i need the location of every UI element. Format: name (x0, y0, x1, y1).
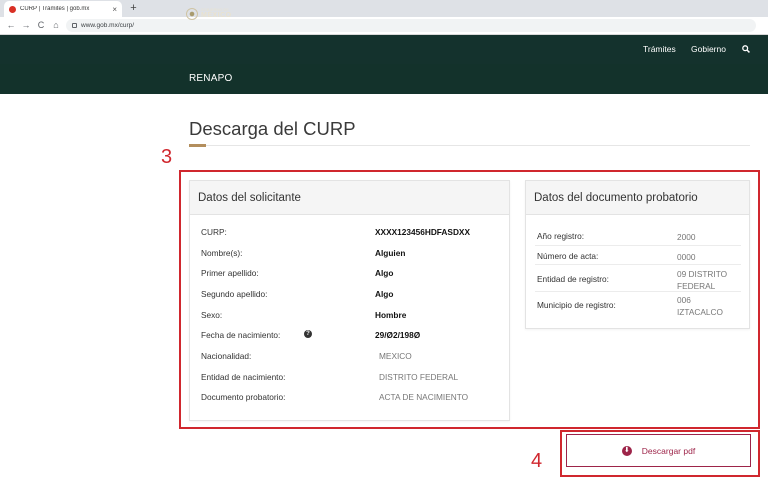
field-label: Número de acta: (537, 251, 599, 261)
logo-big-text: MÉXICO (201, 12, 232, 20)
eagle-emblem-icon (186, 8, 198, 20)
field-value: 29/Ø2/198Ø (375, 330, 421, 340)
search-icon[interactable] (742, 45, 750, 53)
browser-tab-bar: CURP | Trámites | gob.mx × + (0, 0, 768, 17)
annotation-step-4: 4 (531, 450, 543, 472)
browser-toolbar: ← → C ⌂ www.gob.mx/curp/ (0, 17, 768, 35)
new-tab-button[interactable]: + (127, 2, 140, 15)
solicitante-row: Sexo: Hombre (201, 310, 501, 322)
annotation-step-3: 3 (161, 146, 173, 168)
home-button[interactable]: ⌂ (50, 19, 62, 32)
row-divider (535, 245, 741, 246)
solicitante-row: Segundo apellido: Algo (201, 289, 501, 301)
field-label: Sexo: (201, 310, 223, 320)
probatorio-row: Municipio de registro: 006 IZTACALCO (537, 294, 742, 318)
field-value: 09 DISTRITO FEDERAL (677, 269, 728, 291)
row-divider (535, 264, 741, 265)
nav-gobierno[interactable]: Gobierno (691, 44, 726, 54)
download-pdf-label: Descargar pdf (641, 445, 696, 456)
field-label: CURP: (201, 227, 227, 237)
title-divider (189, 145, 750, 146)
field-label: Nacionalidad: (201, 351, 252, 361)
probatorio-heading: Datos del documento probatorio (526, 181, 749, 215)
solicitante-row: Nombre(s): Alguien (201, 248, 501, 260)
solicitante-row: Documento probatorio: ACTA DE NACIMIENTO (201, 392, 501, 404)
field-value: Hombre (375, 310, 407, 320)
field-label: Fecha de nacimiento: (201, 330, 281, 340)
nav-tramites[interactable]: Trámites (643, 44, 676, 54)
field-value: Algo (375, 268, 394, 278)
help-question-icon[interactable]: ? (304, 330, 312, 338)
probatorio-row: Entidad de registro: 09 DISTRITO FEDERAL (537, 268, 742, 292)
field-value: 2000 (677, 232, 696, 242)
lock-icon (72, 23, 77, 28)
field-value: Alguien (375, 248, 406, 258)
forward-button[interactable]: → (20, 19, 32, 32)
field-label: Documento probatorio: (201, 392, 286, 402)
field-label: Año registro: (537, 231, 585, 241)
field-value: Algo (375, 289, 394, 299)
section-title[interactable]: RENAPO (189, 73, 232, 84)
field-label: Entidad de nacimiento: (201, 372, 286, 382)
download-pdf-button[interactable]: ⬇ Descargar pdf (566, 434, 751, 467)
field-value: MEXICO (379, 351, 412, 361)
field-label: Municipio de registro: (537, 300, 616, 310)
page-title: Descarga del CURP (189, 118, 356, 139)
tab-title: CURP | Trámites | gob.mx (20, 6, 90, 12)
field-value: XXXX123456HDFASDXX (375, 227, 471, 237)
field-value: 0000 (677, 252, 696, 262)
field-label: Entidad de registro: (537, 274, 609, 284)
address-bar[interactable]: www.gob.mx/curp/ (66, 19, 756, 32)
field-label: Segundo apellido: (201, 289, 268, 299)
field-label: Nombre(s): (201, 248, 243, 258)
reload-button[interactable]: C (35, 19, 47, 32)
solicitante-row: Entidad de nacimiento: DISTRITO FEDERAL (201, 372, 501, 384)
field-value: ACTA DE NACIMIENTO (379, 392, 469, 402)
field-value: DISTRITO FEDERAL (379, 372, 459, 382)
field-label: Primer apellido: (201, 268, 259, 278)
url-text: www.gob.mx/curp/ (81, 22, 135, 29)
browser-tab[interactable]: CURP | Trámites | gob.mx × (4, 1, 122, 17)
title-accent-bar (189, 144, 206, 147)
gobmx-favicon-icon (9, 5, 16, 13)
section-bar (0, 64, 768, 94)
solicitante-row: Nacionalidad: MEXICO (201, 351, 501, 363)
download-circle-icon: ⬇ (621, 445, 632, 456)
solicitante-row: Fecha de nacimiento:? 29/Ø2/198Ø (201, 330, 501, 342)
gobmx-logo[interactable]: GOBIERNO DE MÉXICO (186, 8, 232, 20)
solicitante-row: Primer apellido: Algo (201, 268, 501, 280)
back-button[interactable]: ← (5, 19, 17, 32)
row-divider (535, 291, 741, 292)
solicitante-heading: Datos del solicitante (190, 181, 509, 215)
field-value: 006 IZTACALCO (677, 295, 723, 317)
tab-close-icon[interactable]: × (112, 5, 117, 14)
solicitante-row: CURP: XXXX123456HDFASDXX (201, 227, 501, 239)
